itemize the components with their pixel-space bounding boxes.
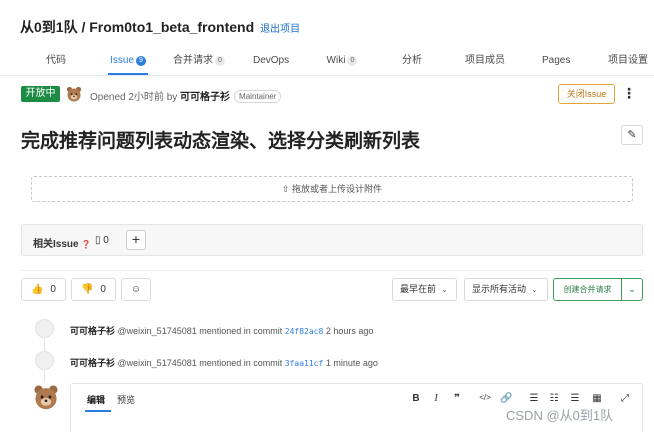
related-count: ▯ 0 [95, 235, 109, 246]
thumbs-down-button[interactable]: 👎 0 [71, 278, 116, 301]
help-icon[interactable]: ❓ [81, 240, 91, 249]
task-list-icon[interactable]: ☰ [569, 393, 581, 404]
timeline-author[interactable]: 可可格子衫 [70, 326, 115, 336]
author-avatar[interactable] [66, 86, 82, 102]
role-badge: Maintainer [234, 90, 282, 103]
project-nav-tabs: 代码 Issue 9 合并请求 0 DevOps Wiki 0 分析 项目成员 Pag… [0, 48, 654, 76]
activity-filter-dropdown[interactable]: 显示所有活动 ⌄ [464, 278, 548, 301]
bullet-list-icon[interactable]: ☰ [528, 393, 540, 404]
tab-label: Wiki [326, 55, 346, 66]
link-icon[interactable]: 🔗 [500, 393, 512, 404]
opened-info: Opened 2小时前 by 可可格子衫 Maintainer [90, 88, 282, 103]
tab-label: Pages [542, 55, 571, 66]
tab-label: Issue [110, 55, 134, 66]
upload-icon: ⇧ [281, 184, 290, 194]
author-name[interactable]: 可可格子衫 [180, 92, 230, 103]
tab-edit[interactable]: 编辑 [87, 393, 105, 406]
tab-label: 代码 [46, 55, 66, 66]
add-reaction-button[interactable]: ☺ [121, 278, 151, 301]
edit-title-button[interactable]: ✎ [621, 125, 643, 145]
related-issues-panel: 相关Issue ❓ ▯ 0 + [21, 224, 643, 256]
issue-icon: ▯ [95, 235, 101, 246]
filter-label: 显示所有活动 [472, 284, 527, 294]
create-mr-options-button[interactable]: ⌄ [621, 278, 643, 301]
more-options-icon[interactable]: ⋮ [622, 84, 636, 104]
project-breadcrumb: 从0到1队 / From0to1_beta_frontend 退出项目 [20, 17, 300, 37]
code-icon[interactable]: </> [479, 393, 491, 402]
active-tab-indicator [85, 410, 111, 412]
bold-icon[interactable]: B [410, 393, 422, 404]
quote-icon[interactable]: ❞ [451, 393, 463, 404]
tab-settings[interactable]: 项目设置 [606, 48, 650, 75]
comment-icon [35, 351, 54, 370]
divider [21, 270, 643, 271]
timeline-text: @weixin_51745081 mentioned in commit [117, 358, 283, 368]
dropzone-text: 拖放或者上传设计附件 [292, 184, 383, 194]
tab-preview[interactable]: 预览 [117, 393, 135, 406]
related-count-value: 0 [103, 235, 109, 246]
plus-icon: + [131, 231, 141, 247]
thumbs-up-count: 0 [50, 284, 56, 295]
exit-project-link[interactable]: 退出项目 [260, 24, 300, 35]
tab-label: DevOps [253, 55, 290, 66]
fullscreen-icon[interactable]: ⤢ [619, 393, 631, 404]
pencil-icon: ✎ [627, 129, 637, 141]
tab-pages[interactable]: Pages [542, 48, 570, 75]
opened-text: Opened 2小时前 by [90, 92, 178, 103]
tab-merge-requests[interactable]: 合并请求 0 [172, 48, 226, 75]
thumbs-down-icon: 👎 [81, 284, 94, 295]
commit-link[interactable]: 24f82ac8 [285, 327, 324, 336]
status-badge: 开放中 [21, 86, 60, 102]
numbered-list-icon[interactable]: ☷ [548, 393, 560, 404]
add-related-button[interactable]: + [126, 230, 146, 250]
thumbs-down-count: 0 [100, 284, 106, 295]
related-issues-label: 相关Issue ❓ [33, 235, 91, 250]
issue-title: 完成推荐问题列表动态渲染、选择分类刷新列表 [21, 131, 421, 152]
related-label-text: 相关Issue [33, 239, 79, 250]
italic-icon[interactable]: I [430, 393, 442, 404]
tab-analytics[interactable]: 分析 [401, 48, 423, 75]
issue-count-badge: 9 [135, 56, 146, 66]
mr-count-badge: 0 [215, 56, 225, 66]
current-user-avatar[interactable] [33, 384, 59, 410]
create-merge-request-button[interactable]: 创建合并请求 [553, 278, 622, 301]
close-issue-button[interactable]: 关闭Issue [558, 84, 615, 104]
tab-devops[interactable]: DevOps [253, 48, 289, 75]
tab-code[interactable]: 代码 [43, 48, 69, 75]
tab-label: 项目设置 [608, 55, 648, 66]
tab-members[interactable]: 项目成员 [464, 48, 506, 75]
tab-label: 项目成员 [465, 55, 505, 66]
tab-label: 合并请求 [173, 55, 213, 66]
tab-label: 分析 [402, 55, 422, 66]
watermark: CSDN @从0到1队 [506, 408, 614, 423]
tab-issue[interactable]: Issue 9 [108, 48, 148, 75]
chevron-down-icon: ⌄ [531, 287, 538, 294]
sort-dropdown[interactable]: 最早在前 ⌄ [392, 278, 457, 301]
smiley-icon: ☺ [130, 284, 142, 295]
timeline-author[interactable]: 可可格子衫 [70, 358, 115, 368]
sort-label: 最早在前 [400, 284, 437, 294]
timeline-time: 2 hours ago [325, 326, 374, 336]
chevron-down-icon: ⌄ [628, 284, 636, 294]
timeline-item: 可可格子衫 @weixin_51745081 mentioned in comm… [70, 324, 373, 337]
thumbs-up-icon: 👍 [31, 284, 44, 295]
thumbs-up-button[interactable]: 👍 0 [21, 278, 66, 301]
chevron-down-icon: ⌄ [441, 287, 448, 294]
commit-link[interactable]: 3faa11cf [285, 359, 324, 368]
comment-icon [35, 319, 54, 338]
timeline-item: 可可格子衫 @weixin_51745081 mentioned in comm… [70, 356, 378, 369]
design-upload-dropzone[interactable]: ⇧ 拖放或者上传设计附件 [31, 176, 633, 202]
timeline-text: @weixin_51745081 mentioned in commit [117, 326, 283, 336]
tab-wiki[interactable]: Wiki 0 [325, 48, 359, 75]
timeline-time: 1 minute ago [325, 358, 378, 368]
wiki-count-badge: 0 [347, 56, 358, 66]
project-title: 从0到1队 / From0to1_beta_frontend [20, 19, 255, 35]
table-icon[interactable]: ▦ [591, 393, 603, 404]
